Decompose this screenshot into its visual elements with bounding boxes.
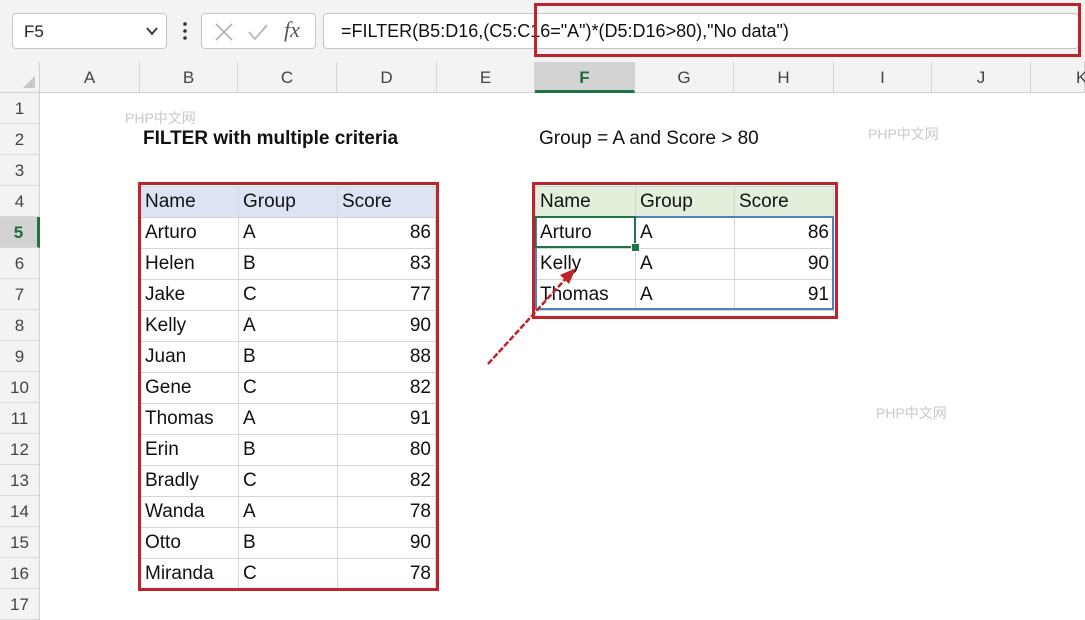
column-header-e[interactable]: E bbox=[437, 62, 535, 93]
insert-function-icon[interactable]: fx bbox=[284, 17, 300, 43]
row-header-16[interactable]: 16 bbox=[0, 558, 40, 589]
watermark: PHP中文网 bbox=[876, 405, 947, 421]
row-header-14[interactable]: 14 bbox=[0, 496, 40, 527]
column-header-j[interactable]: J bbox=[932, 62, 1031, 93]
cancel-icon[interactable] bbox=[214, 22, 234, 42]
column-header-d[interactable]: D bbox=[337, 62, 437, 93]
row-header-9[interactable]: 9 bbox=[0, 341, 40, 372]
column-header-a[interactable]: A bbox=[40, 62, 140, 93]
column-header-k[interactable]: K bbox=[1031, 62, 1085, 93]
row-header-3[interactable]: 3 bbox=[0, 155, 40, 186]
formula-buttons: fx bbox=[201, 13, 316, 49]
row-header-15[interactable]: 15 bbox=[0, 527, 40, 558]
formula-highlight-box bbox=[534, 3, 1081, 57]
row-header-17[interactable]: 17 bbox=[0, 589, 40, 620]
row-header-2[interactable]: 2 bbox=[0, 124, 40, 155]
row-header-8[interactable]: 8 bbox=[0, 310, 40, 341]
name-box[interactable]: F5 bbox=[12, 13, 167, 49]
annotation-arrow-icon bbox=[487, 268, 576, 365]
chevron-down-icon[interactable] bbox=[144, 24, 160, 38]
sheet-title[interactable]: FILTER with multiple criteria bbox=[143, 128, 398, 150]
row-header-1[interactable]: 1 bbox=[0, 93, 40, 124]
column-header-f[interactable]: F bbox=[535, 62, 635, 93]
column-header-c[interactable]: C bbox=[238, 62, 337, 93]
row-header-5[interactable]: 5 bbox=[0, 217, 40, 248]
row-header-13[interactable]: 13 bbox=[0, 465, 40, 496]
watermark: PHP中文网 bbox=[125, 110, 196, 126]
watermark: PHP中文网 bbox=[868, 126, 939, 142]
row-header-12[interactable]: 12 bbox=[0, 434, 40, 465]
row-header-10[interactable]: 10 bbox=[0, 372, 40, 403]
column-header-g[interactable]: G bbox=[635, 62, 734, 93]
row-header-6[interactable]: 6 bbox=[0, 248, 40, 279]
name-box-value: F5 bbox=[24, 22, 44, 41]
source-highlight-box bbox=[138, 182, 439, 591]
enter-check-icon[interactable] bbox=[248, 22, 268, 42]
more-options-icon[interactable] bbox=[180, 20, 190, 42]
column-header-i[interactable]: I bbox=[834, 62, 932, 93]
criteria-label[interactable]: Group = A and Score > 80 bbox=[539, 128, 759, 150]
column-header-b[interactable]: B bbox=[140, 62, 238, 93]
select-all-corner[interactable] bbox=[0, 62, 40, 93]
row-header-4[interactable]: 4 bbox=[0, 186, 40, 217]
row-header-11[interactable]: 11 bbox=[0, 403, 40, 434]
column-header-h[interactable]: H bbox=[734, 62, 834, 93]
row-header-7[interactable]: 7 bbox=[0, 279, 40, 310]
select-all-triangle-icon bbox=[23, 76, 35, 88]
